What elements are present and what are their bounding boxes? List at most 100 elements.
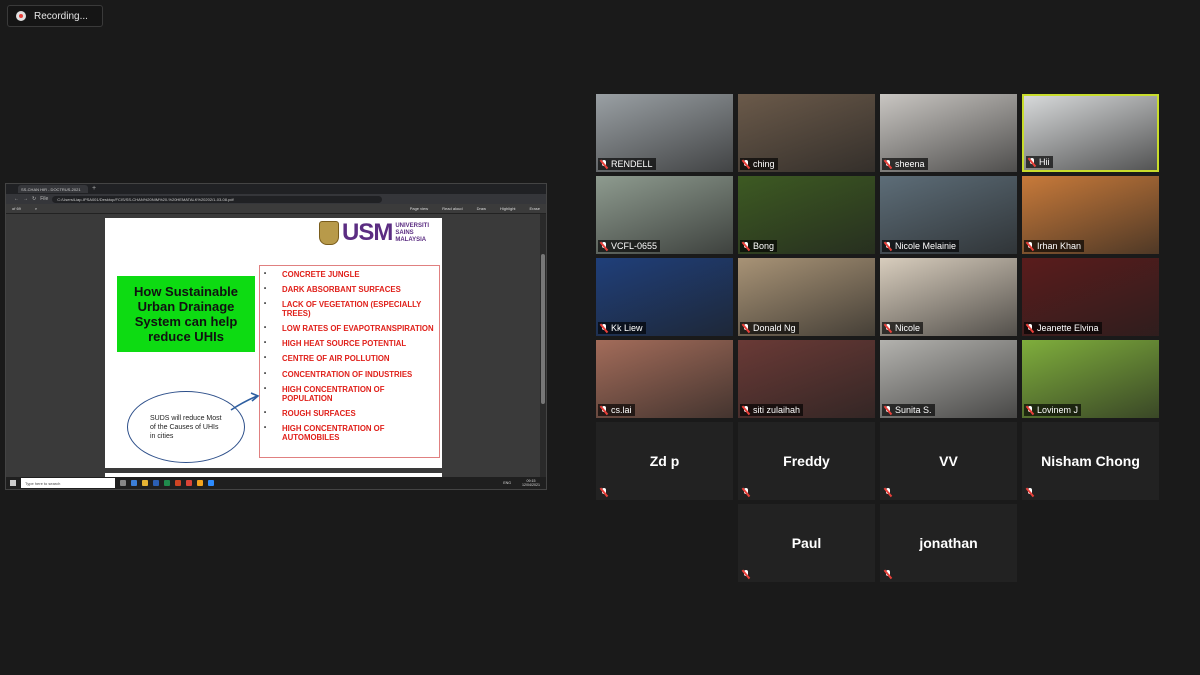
taskbar-lang[interactable]: ENG bbox=[503, 481, 511, 485]
usm-logo: USM UNIVERSITI SAINS MALAYSIA bbox=[319, 221, 429, 245]
folder-icon[interactable] bbox=[142, 480, 148, 486]
chrome-icon[interactable] bbox=[186, 480, 192, 486]
search-icon[interactable]: ⌕ bbox=[35, 206, 37, 211]
participant-name: Lovinem J bbox=[1037, 405, 1079, 415]
participant-name: VCFL-0655 bbox=[611, 241, 658, 251]
participant-tile[interactable]: Paul bbox=[738, 504, 875, 582]
browser-tab[interactable]: SS-CHAN HIR - DOCTRUS-2021 bbox=[18, 185, 88, 193]
taskbar-clock[interactable]: 09:15 12/04/2021 bbox=[522, 479, 540, 487]
record-icon bbox=[16, 11, 26, 21]
participant-name-tag: Nicole bbox=[882, 322, 924, 334]
read-aloud-button[interactable]: Read aloud bbox=[442, 206, 462, 211]
participant-tile[interactable]: Sunita S. bbox=[880, 340, 1017, 418]
participant-tile[interactable]: Zd p bbox=[596, 422, 733, 500]
participant-tile[interactable]: Nisham Chong bbox=[1022, 422, 1159, 500]
participant-name-tag: sheena bbox=[882, 158, 928, 170]
page-number-box[interactable]: of 69 bbox=[12, 206, 21, 211]
ellipse-text: SUDS will reduce Most of the Causes of U… bbox=[150, 414, 222, 440]
participant-name-tag: VCFL-0655 bbox=[598, 240, 661, 252]
highlight-button[interactable]: Highlight bbox=[500, 206, 516, 211]
excel-icon[interactable] bbox=[164, 480, 170, 486]
participant-tile[interactable]: jonathan bbox=[880, 504, 1017, 582]
draw-button[interactable]: Draw bbox=[477, 206, 486, 211]
url-field[interactable]: C:/Users/Liap-IPSA001/Desktop/FCIS/SS-CH… bbox=[52, 195, 383, 203]
app-icon[interactable] bbox=[197, 480, 203, 486]
mic-muted-icon bbox=[600, 488, 608, 497]
list-item: • DARK ABSORBANT SURFACES bbox=[264, 285, 401, 295]
participant-tile[interactable]: Bong bbox=[738, 176, 875, 254]
mic-muted-icon bbox=[884, 323, 892, 333]
participant-name: sheena bbox=[895, 159, 925, 169]
slide-page: USM UNIVERSITI SAINS MALAYSIA How Sustai… bbox=[105, 218, 442, 468]
mic-muted-icon bbox=[884, 405, 892, 415]
participant-name: Jeanette Elvina bbox=[1037, 323, 1099, 333]
mic-muted-icon bbox=[884, 570, 892, 579]
participant-tile[interactable]: RENDELL bbox=[596, 94, 733, 172]
suds-ellipse: SUDS will reduce Most of the Causes of U… bbox=[127, 391, 245, 463]
mic-muted-icon bbox=[884, 159, 892, 169]
participant-name: Sunita S. bbox=[895, 405, 932, 415]
list-item: • LOW RATES OF EVAPOTRANSPIRATION bbox=[264, 324, 434, 334]
participant-name: VV bbox=[939, 453, 958, 469]
list-item: • CONCENTRATION OF INDUSTRIES bbox=[264, 369, 413, 379]
refresh-icon[interactable]: ↻ bbox=[32, 196, 36, 202]
participant-name-tag: Donald Ng bbox=[740, 322, 799, 334]
mic-muted-icon bbox=[742, 241, 750, 251]
participant-name-tag: Nicole Melainie bbox=[882, 240, 960, 252]
participant-tile[interactable]: VCFL-0655 bbox=[596, 176, 733, 254]
participant-tile[interactable]: Lovinem J bbox=[1022, 340, 1159, 418]
participant-name-tag: Bong bbox=[740, 240, 778, 252]
windows-start-icon[interactable] bbox=[10, 480, 16, 486]
participant-name: Zd p bbox=[649, 453, 680, 469]
participant-name: Freddy bbox=[783, 453, 830, 469]
mic-muted-icon bbox=[1026, 241, 1034, 251]
zoom-icon[interactable] bbox=[208, 480, 214, 486]
participant-tile[interactable]: Hii bbox=[1022, 94, 1159, 172]
participant-tile[interactable]: siti zulaihah bbox=[738, 340, 875, 418]
pdf-scrollbar[interactable] bbox=[540, 214, 546, 479]
participant-tile[interactable]: VV bbox=[880, 422, 1017, 500]
new-tab-icon[interactable]: + bbox=[92, 185, 96, 193]
list-item: • HIGH HEAT SOURCE POTENTIAL bbox=[264, 339, 407, 349]
participant-name-tag: Irhan Khan bbox=[1024, 240, 1085, 252]
taskbar-search[interactable]: Type here to search bbox=[21, 478, 115, 488]
task-view-icon[interactable] bbox=[120, 480, 126, 486]
crest-icon bbox=[319, 221, 339, 245]
word-icon[interactable] bbox=[153, 480, 159, 486]
participant-tile[interactable]: Irhan Khan bbox=[1022, 176, 1159, 254]
back-icon[interactable]: ← bbox=[14, 196, 19, 202]
logo-text: USM bbox=[342, 219, 393, 246]
participant-name: jonathan bbox=[919, 535, 978, 551]
participant-name-tag: ching bbox=[740, 158, 778, 170]
participant-name: Donald Ng bbox=[753, 323, 796, 333]
pdf-toolbar: of 69 ⌕ Page view Read aloud Draw Highli… bbox=[6, 204, 546, 214]
participant-name: Bong bbox=[753, 241, 775, 251]
participant-name-tag: RENDELL bbox=[598, 158, 656, 170]
participant-name-tag: cs.lai bbox=[598, 404, 635, 416]
participant-tile[interactable]: Kk Liew bbox=[596, 258, 733, 336]
participant-name: Hii bbox=[1039, 157, 1050, 167]
participant-tile[interactable]: Donald Ng bbox=[738, 258, 875, 336]
erase-button[interactable]: Erase bbox=[530, 206, 540, 211]
powerpoint-icon[interactable] bbox=[175, 480, 181, 486]
participant-tile[interactable]: Jeanette Elvina bbox=[1022, 258, 1159, 336]
recording-indicator[interactable]: Recording... bbox=[7, 5, 103, 27]
participant-tile[interactable]: Nicole Melainie bbox=[880, 176, 1017, 254]
participant-name: Nicole Melainie bbox=[895, 241, 957, 251]
participant-tile[interactable]: Nicole bbox=[880, 258, 1017, 336]
edge-icon[interactable] bbox=[131, 480, 137, 486]
participant-name: Nicole bbox=[895, 323, 921, 333]
participant-tile[interactable]: sheena bbox=[880, 94, 1017, 172]
pdf-viewer[interactable]: USM UNIVERSITI SAINS MALAYSIA How Sustai… bbox=[6, 214, 546, 481]
mic-muted-icon bbox=[742, 488, 750, 497]
participant-name-tag: Sunita S. bbox=[882, 404, 935, 416]
forward-icon[interactable]: → bbox=[23, 196, 28, 202]
participant-tile[interactable]: Freddy bbox=[738, 422, 875, 500]
participant-tile[interactable]: ching bbox=[738, 94, 875, 172]
mic-muted-icon bbox=[1026, 405, 1034, 415]
participant-tile[interactable]: cs.lai bbox=[596, 340, 733, 418]
page-view-button[interactable]: Page view bbox=[410, 206, 428, 211]
participant-name: Paul bbox=[791, 535, 822, 551]
shared-screen: SS-CHAN HIR - DOCTRUS-2021 + ← → ↻ File … bbox=[5, 183, 547, 490]
logo-subtext: UNIVERSITI SAINS MALAYSIA bbox=[395, 222, 430, 243]
